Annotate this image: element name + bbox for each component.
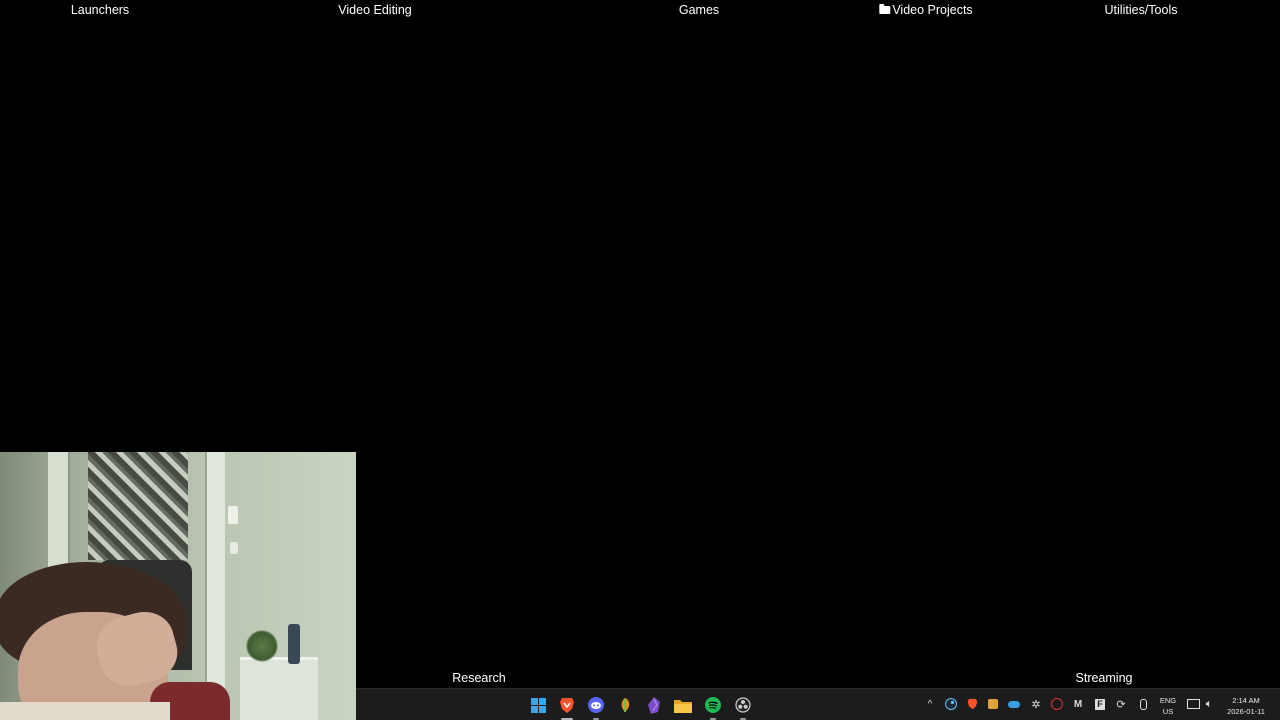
clock-time: 2:14 AM [1232,696,1260,705]
clock-date: 2026-01-11 [1227,707,1265,716]
tray-sync[interactable]: ⟳ [1114,697,1128,711]
webcam-bottle [288,624,300,664]
fl-studio-icon [621,698,630,712]
tray-app-f[interactable]: F [1093,697,1107,711]
desktop-icon-games[interactable]: Games [679,3,719,17]
desktop-icon-video-projects[interactable]: Video Projects [879,3,973,17]
gear-icon: ✲ [1031,698,1041,711]
tray-app-orange[interactable] [986,697,1000,711]
webcam-poster [88,452,188,560]
webcam-light-switch [228,506,238,524]
show-hidden-icons-button[interactable]: ^ [923,697,937,711]
desktop-icon-video-editing[interactable]: Video Editing [338,3,411,17]
taskbar-app-obs[interactable] [733,695,753,720]
discord-icon [588,697,604,713]
webcam-feed [0,452,356,720]
tray-app-settings[interactable]: ✲ [1029,697,1043,711]
folder-icon [879,4,891,14]
network-icon [1186,699,1200,709]
steam-icon [945,698,957,710]
file-explorer-icon [674,699,692,713]
record-icon [1051,698,1063,710]
language-indicator[interactable]: ENG US [1156,695,1180,717]
webcam-door-frame-right [205,452,225,720]
taskbar-app-discord[interactable] [586,695,606,720]
brave-icon [560,697,574,713]
webcam-person-shirt [0,702,170,720]
desktop-icon-utilities-tools[interactable]: Utilities/Tools [1105,3,1178,17]
speaker-icon: 🔈︎ [1205,697,1213,710]
taskbar-app-file-explorer[interactable] [673,695,693,715]
tray-steam[interactable] [944,697,958,711]
clock[interactable]: 2:14 AM 2026-01-11 [1221,695,1271,717]
desktop-icon-launchers[interactable]: Launchers [71,3,129,17]
tray-volume[interactable]: 🔈︎ [1202,697,1216,711]
cloud-icon [1008,700,1020,708]
desktop-icon-research[interactable]: Research [452,671,506,685]
taskbar-app-spotify[interactable] [703,695,723,720]
taskbar-app-fl-studio[interactable] [615,695,635,715]
m-logo-icon: M [1073,698,1083,710]
utility-icon [988,699,998,709]
brave-icon [967,698,977,710]
chevron-up-icon: ^ [927,698,933,710]
windows-logo-icon [530,697,546,713]
language-code: ENG [1159,696,1177,705]
tray-app-blue[interactable] [1007,697,1021,711]
taskbar: ^ ✲ M F ⟳ ENG US 🔈︎ 2:14 AM 2026-01-11 [356,688,1280,720]
webcam-outlet [230,542,238,554]
f-logo-icon: F [1095,698,1105,710]
taskbar-app-brave[interactable] [557,695,577,720]
tray-brave[interactable] [965,697,979,711]
webcam-shelf [240,657,318,720]
sync-icon: ⟳ [1116,698,1126,711]
start-button[interactable] [528,695,548,715]
desktop-icon-streaming[interactable]: Streaming [1076,671,1133,685]
tray-microphone[interactable] [1136,697,1150,711]
tray-network[interactable] [1186,697,1200,711]
tray-app-red[interactable] [1050,697,1064,711]
obsidian-icon [648,696,660,714]
webcam-plant [245,630,279,662]
tray-app-m[interactable]: M [1071,697,1085,711]
taskbar-app-obsidian[interactable] [644,695,664,715]
microphone-icon [1139,698,1147,710]
obs-icon [735,697,751,713]
region-code: US [1162,707,1174,716]
spotify-icon [705,697,721,713]
